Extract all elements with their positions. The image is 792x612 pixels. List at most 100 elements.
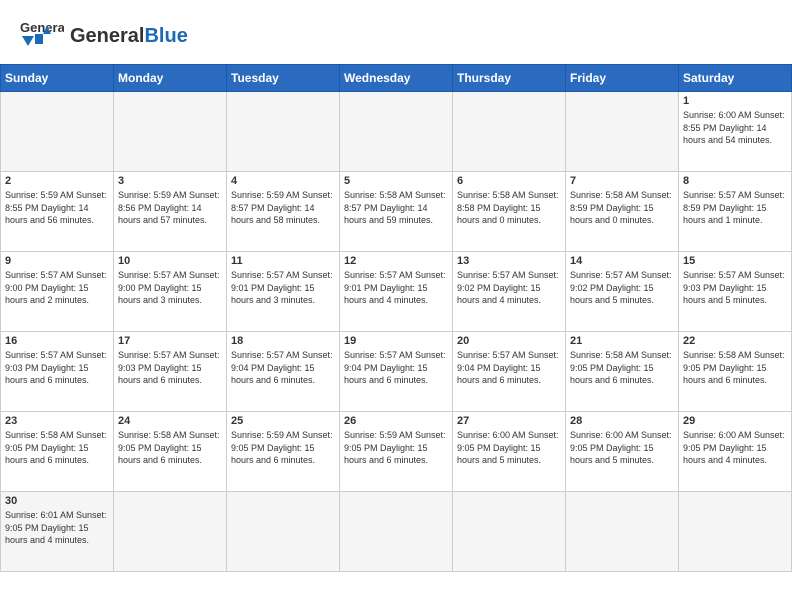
day-info: Sunrise: 5:57 AM Sunset: 9:01 PM Dayligh… [231,269,335,307]
calendar-day-header: Tuesday [227,65,340,92]
day-number: 12 [344,255,448,267]
calendar-cell [114,92,227,172]
calendar-cell: 30 Sunrise: 6:01 AM Sunset: 9:05 PM Dayli… [1,492,114,572]
logo: General GeneralBlue [20,18,188,54]
day-info: Sunrise: 6:00 AM Sunset: 9:05 PM Dayligh… [457,429,561,467]
calendar-day-header: Saturday [679,65,792,92]
day-number: 21 [570,335,674,347]
calendar-cell [1,92,114,172]
calendar-cell: 20 Sunrise: 5:57 AM Sunset: 9:04 PM Dayli… [453,332,566,412]
calendar-cell: 28Sunrise: 6:00 AM Sunset: 9:05 PM Dayli… [566,412,679,492]
day-info: Sunrise: 5:57 AM Sunset: 9:00 PM Dayligh… [5,269,109,307]
day-number: 23 [5,415,109,427]
day-info: Sunrise: 6:00 AM Sunset: 9:05 PM Dayligh… [683,429,787,467]
calendar-day-header: Thursday [453,65,566,92]
calendar-cell: 12 Sunrise: 5:57 AM Sunset: 9:01 PM Dayli… [340,252,453,332]
calendar-cell [453,492,566,572]
calendar-cell: 27 Sunrise: 6:00 AM Sunset: 9:05 PM Dayli… [453,412,566,492]
calendar-day-header: Wednesday [340,65,453,92]
day-number: 19 [344,335,448,347]
calendar-cell: 13 Sunrise: 5:57 AM Sunset: 9:02 PM Dayli… [453,252,566,332]
calendar-cell: 22 Sunrise: 5:58 AM Sunset: 9:05 PM Dayli… [679,332,792,412]
day-info: Sunrise: 5:57 AM Sunset: 8:59 PM Dayligh… [683,189,787,227]
day-info: Sunrise: 5:58 AM Sunset: 9:05 PM Dayligh… [683,349,787,387]
day-info: Sunrise: 6:00 AM Sunset: 9:05 PM Dayligh… [570,429,674,467]
day-info: Sunrise: 5:59 AM Sunset: 8:56 PM Dayligh… [118,189,222,227]
day-number: 3 [118,175,222,187]
day-info: Sunrise: 5:57 AM Sunset: 9:03 PM Dayligh… [5,349,109,387]
day-number: 13 [457,255,561,267]
day-number: 26 [344,415,448,427]
calendar-cell [227,92,340,172]
day-number: 29 [683,415,787,427]
day-info: Sunrise: 5:59 AM Sunset: 8:55 PM Dayligh… [5,189,109,227]
calendar-table: SundayMondayTuesdayWednesdayThursdayFrid… [0,64,792,572]
day-number: 11 [231,255,335,267]
calendar-week-row: 23 Sunrise: 5:58 AM Sunset: 9:05 PM Dayli… [1,412,792,492]
day-info: Sunrise: 5:58 AM Sunset: 8:58 PM Dayligh… [457,189,561,227]
day-info: Sunrise: 5:57 AM Sunset: 9:04 PM Dayligh… [457,349,561,387]
day-number: 24 [118,415,222,427]
calendar-cell [340,92,453,172]
calendar-cell [453,92,566,172]
logo-svg: General [20,18,64,54]
calendar-week-row: 2Sunrise: 5:59 AM Sunset: 8:55 PM Daylig… [1,172,792,252]
day-info: Sunrise: 5:57 AM Sunset: 9:02 PM Dayligh… [570,269,674,307]
calendar-cell [227,492,340,572]
day-info: Sunrise: 5:58 AM Sunset: 9:05 PM Dayligh… [5,429,109,467]
logo-label: GeneralBlue [70,25,188,48]
calendar-cell: 7 Sunrise: 5:58 AM Sunset: 8:59 PM Daylig… [566,172,679,252]
calendar-week-row: 30 Sunrise: 6:01 AM Sunset: 9:05 PM Dayli… [1,492,792,572]
calendar-cell [114,492,227,572]
day-number: 18 [231,335,335,347]
calendar-cell: 21 Sunrise: 5:58 AM Sunset: 9:05 PM Dayli… [566,332,679,412]
day-info: Sunrise: 5:58 AM Sunset: 8:59 PM Dayligh… [570,189,674,227]
day-number: 22 [683,335,787,347]
calendar-cell: 2Sunrise: 5:59 AM Sunset: 8:55 PM Daylig… [1,172,114,252]
day-number: 4 [231,175,335,187]
calendar-cell: 29 Sunrise: 6:00 AM Sunset: 9:05 PM Dayli… [679,412,792,492]
day-number: 17 [118,335,222,347]
day-number: 6 [457,175,561,187]
day-number: 15 [683,255,787,267]
day-info: Sunrise: 5:58 AM Sunset: 9:05 PM Dayligh… [118,429,222,467]
calendar-cell: 1 Sunrise: 6:00 AM Sunset: 8:55 PM Daylig… [679,92,792,172]
day-number: 7 [570,175,674,187]
calendar-cell [679,492,792,572]
calendar-cell [566,492,679,572]
calendar-day-header: Sunday [1,65,114,92]
day-info: Sunrise: 6:00 AM Sunset: 8:55 PM Dayligh… [683,109,787,147]
day-info: Sunrise: 5:58 AM Sunset: 9:05 PM Dayligh… [570,349,674,387]
calendar-cell [340,492,453,572]
day-info: Sunrise: 5:57 AM Sunset: 9:04 PM Dayligh… [231,349,335,387]
day-info: Sunrise: 5:59 AM Sunset: 8:57 PM Dayligh… [231,189,335,227]
calendar-cell: 10Sunrise: 5:57 AM Sunset: 9:00 PM Dayli… [114,252,227,332]
day-info: Sunrise: 5:59 AM Sunset: 9:05 PM Dayligh… [231,429,335,467]
calendar-day-header: Friday [566,65,679,92]
calendar-week-row: 1 Sunrise: 6:00 AM Sunset: 8:55 PM Daylig… [1,92,792,172]
calendar-week-row: 16Sunrise: 5:57 AM Sunset: 9:03 PM Dayli… [1,332,792,412]
calendar-cell: 18 Sunrise: 5:57 AM Sunset: 9:04 PM Dayli… [227,332,340,412]
calendar-cell: 6 Sunrise: 5:58 AM Sunset: 8:58 PM Daylig… [453,172,566,252]
day-number: 27 [457,415,561,427]
calendar-week-row: 9 Sunrise: 5:57 AM Sunset: 9:00 PM Daylig… [1,252,792,332]
day-number: 14 [570,255,674,267]
calendar-cell: 17 Sunrise: 5:57 AM Sunset: 9:03 PM Dayli… [114,332,227,412]
calendar-cell: 25Sunrise: 5:59 AM Sunset: 9:05 PM Dayli… [227,412,340,492]
day-info: Sunrise: 5:57 AM Sunset: 9:01 PM Dayligh… [344,269,448,307]
calendar-cell: 16Sunrise: 5:57 AM Sunset: 9:03 PM Dayli… [1,332,114,412]
calendar-cell: 11 Sunrise: 5:57 AM Sunset: 9:01 PM Dayli… [227,252,340,332]
calendar-cell: 14 Sunrise: 5:57 AM Sunset: 9:02 PM Dayli… [566,252,679,332]
day-info: Sunrise: 5:57 AM Sunset: 9:03 PM Dayligh… [683,269,787,307]
calendar-cell: 26Sunrise: 5:59 AM Sunset: 9:05 PM Dayli… [340,412,453,492]
day-number: 9 [5,255,109,267]
day-number: 5 [344,175,448,187]
day-number: 1 [683,95,787,107]
day-number: 20 [457,335,561,347]
day-number: 30 [5,495,109,507]
day-info: Sunrise: 5:57 AM Sunset: 9:03 PM Dayligh… [118,349,222,387]
day-info: Sunrise: 5:57 AM Sunset: 9:02 PM Dayligh… [457,269,561,307]
calendar-day-header: Monday [114,65,227,92]
day-info: Sunrise: 6:01 AM Sunset: 9:05 PM Dayligh… [5,509,109,547]
day-number: 10 [118,255,222,267]
